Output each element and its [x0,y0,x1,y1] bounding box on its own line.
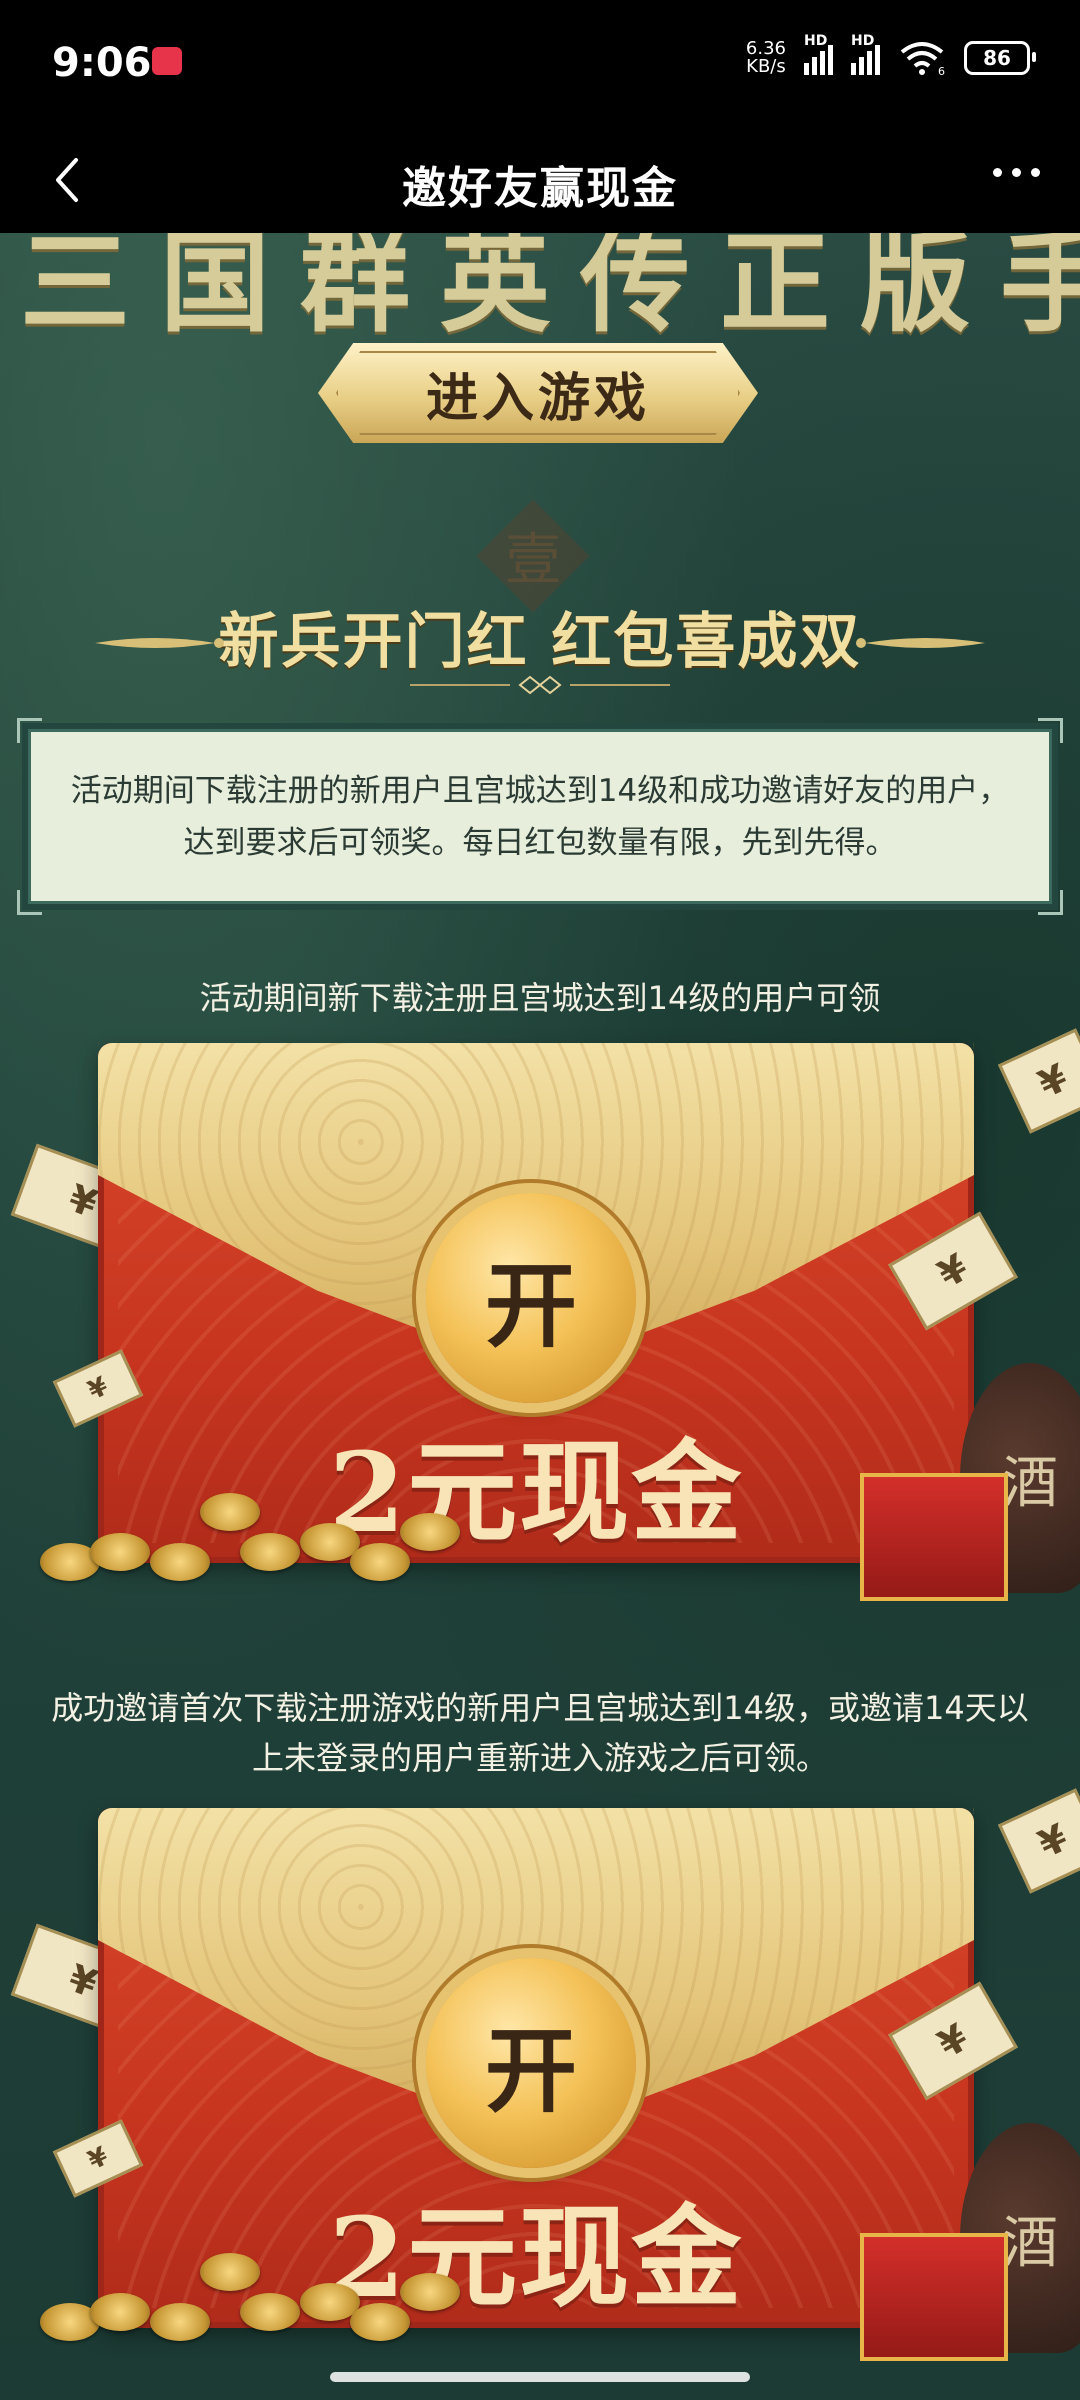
flourish-left-icon [95,638,224,648]
gift-box-icon [860,1473,1008,1601]
net-speed: 6.36 KB/s [745,38,786,77]
title-bar: 邀好友赢现金 [0,128,1080,233]
reward-caption: 成功邀请首次下载注册游戏的新用户且宫城达到14级，或邀请14天以上未登录的用户重… [51,1689,1029,1777]
enter-game-button[interactable]: 进入游戏 [318,343,758,443]
coins-icon [40,2243,490,2353]
status-time: 9:06 [52,40,152,86]
page-title: 邀好友赢现金 [402,163,678,214]
coins-icon [40,1483,490,1593]
divider-icon [410,675,670,695]
reward-caption: 活动期间新下载注册且宫城达到14级的用户可领 [199,979,881,1017]
open-packet-button[interactable]: 开 [426,1193,636,1403]
battery-icon: 86 [964,41,1036,75]
status-icons: 6.36 KB/s HD HD 6 86 [745,33,1036,77]
banner-calligraphy: 三国群英传正版手游 [20,233,1080,347]
home-indicator[interactable] [330,2372,750,2382]
svg-text:6: 6 [938,65,945,76]
flourish-right-icon [856,638,985,648]
rules-text: 活动期间下载注册的新用户且宫城达到14级和成功邀请好友的用户，达到要求后可领奖。… [70,772,1010,861]
money-note-icon: ¥ [997,1788,1080,1894]
signal-icon: HD [804,33,833,75]
money-note-icon: ¥ [997,1028,1080,1134]
event-page[interactable]: 三国群英传正版手游 进入游戏 壹 新兵开门红 红包喜成双 活动期间下载注册的新用… [0,233,1080,2400]
wifi-icon: 6 [900,42,945,76]
rules-box: 活动期间下载注册的新用户且宫城达到14级和成功邀请好友的用户，达到要求后可领奖。… [17,718,1063,915]
open-packet-button[interactable]: 开 [426,1958,636,2168]
gift-box-icon [860,2233,1008,2361]
signal-icon-2: HD [851,33,880,75]
section-heading: 新兵开门红 红包喜成双 [0,593,1080,683]
section-seal: 壹 [468,508,598,603]
enter-game-label: 进入游戏 [425,367,650,429]
notification-icon [152,47,182,75]
more-icon[interactable] [993,168,1040,177]
status-bar: 9:06 6.36 KB/s HD HD 6 86 [0,0,1080,128]
